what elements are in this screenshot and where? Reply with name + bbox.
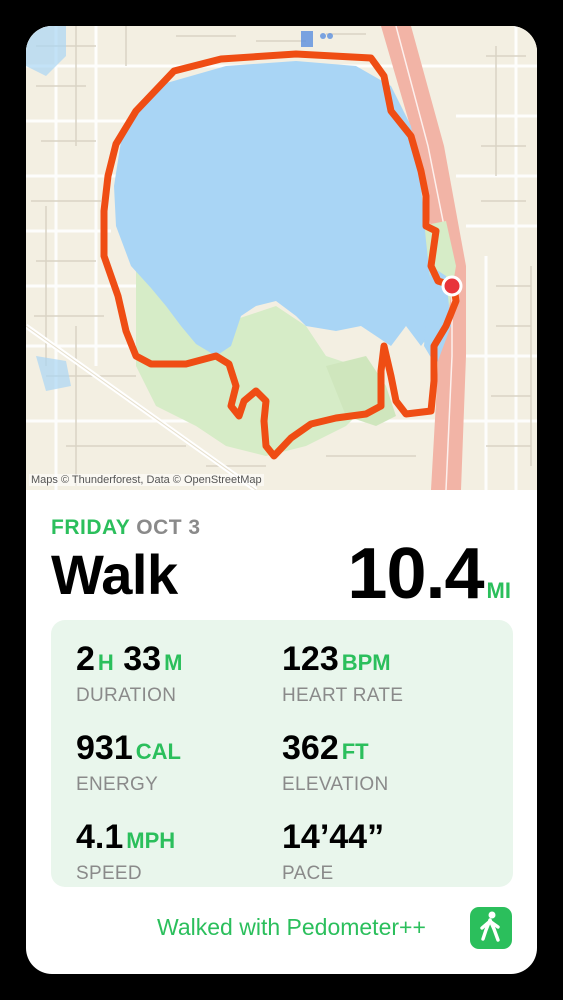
route-map[interactable]: Maps © Thunderforest, Data © OpenStreetM… (26, 26, 537, 490)
app-credit-text[interactable]: Walked with Pedometer++ (157, 914, 426, 941)
stat-heart-rate: 123 BPM HEART RATE (282, 642, 403, 707)
map-canvas (26, 26, 537, 490)
stat-pace: 14’44” PACE (282, 820, 384, 885)
walking-person-icon (480, 911, 500, 942)
stat-duration-label: DURATION (76, 685, 177, 706)
stat-heart-rate-value: 123 BPM (282, 640, 391, 678)
stat-duration-value: 2H 33 M (76, 640, 183, 678)
stat-energy: 931 CAL ENERGY (76, 731, 181, 796)
distance-unit: MI (486, 578, 511, 603)
stat-speed-label: SPEED (76, 863, 142, 884)
stat-duration: 2H 33 M DURATION (76, 642, 182, 707)
stat-elevation: 362 FT ELEVATION (282, 731, 389, 796)
route-end-marker (441, 275, 463, 297)
workout-card: Maps © Thunderforest, Data © OpenStreetM… (26, 26, 537, 974)
stats-panel: 2H 33 M DURATION 123 BPM HEART RATE 931 CAL… (51, 620, 513, 887)
stat-elevation-label: ELEVATION (282, 774, 389, 795)
stat-pace-value: 14’44” (282, 818, 385, 856)
workout-distance: 10.4 MI (347, 533, 511, 615)
workout-type: Walk (51, 543, 178, 606)
distance-value: 10.4 (347, 534, 484, 614)
stat-heart-rate-label: HEART RATE (282, 685, 404, 706)
pedometer-app-icon[interactable] (470, 907, 512, 949)
stat-elevation-value: 362 FT (282, 729, 369, 767)
workout-date-text: OCT 3 (136, 516, 201, 539)
workout-date: FRIDAY OCT 3 (51, 516, 201, 540)
stat-energy-value: 931 CAL (76, 729, 181, 767)
stat-energy-label: ENERGY (76, 774, 159, 795)
stat-speed-value: 4.1 MPH (76, 818, 176, 856)
map-attribution: Maps © Thunderforest, Data © OpenStreetM… (29, 474, 264, 486)
workout-day: FRIDAY (51, 516, 131, 539)
stat-pace-label: PACE (282, 863, 334, 884)
stat-speed: 4.1 MPH SPEED (76, 820, 175, 885)
